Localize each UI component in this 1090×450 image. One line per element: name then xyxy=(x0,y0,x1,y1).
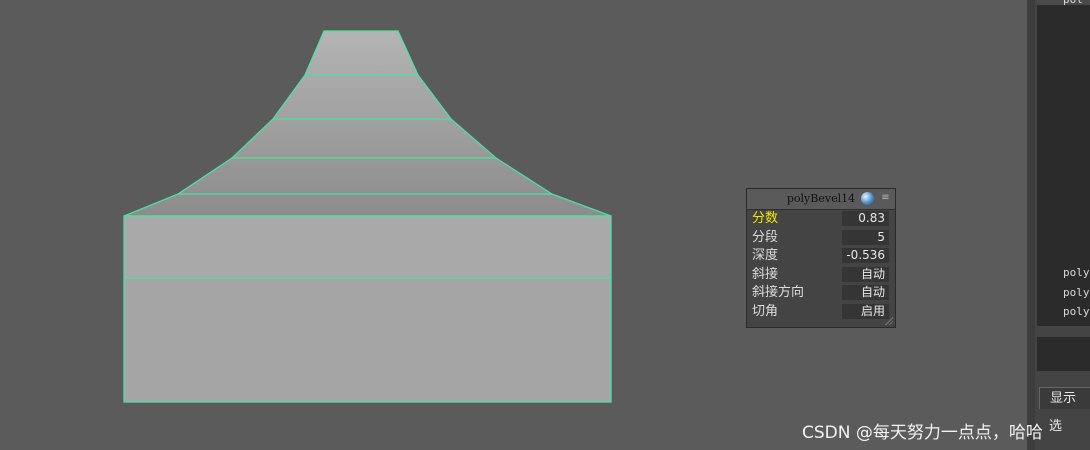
attr-row-chamfer[interactable]: 切角 启用 xyxy=(747,303,895,322)
inview-title[interactable]: polyBevel14 ≡ xyxy=(747,189,895,210)
tab-display[interactable]: 显示 xyxy=(1039,387,1090,409)
resize-grip-icon[interactable] xyxy=(885,317,893,325)
attr-value-field[interactable]: 启用 xyxy=(842,303,889,319)
attr-value-field[interactable]: 自动 xyxy=(842,285,889,300)
menu-icon[interactable]: ≡ xyxy=(881,191,890,205)
attr-row-segments[interactable]: 分段 5 xyxy=(747,229,895,248)
history-item[interactable]: poly xyxy=(1063,286,1090,299)
attr-value-field[interactable]: -0.536 xyxy=(842,248,889,263)
attr-label: 斜接方向 xyxy=(752,285,805,300)
attr-value-field[interactable]: 0.83 xyxy=(842,211,889,226)
attr-row-fraction[interactable]: 分数 0.83 xyxy=(747,210,895,229)
history-item[interactable]: poly xyxy=(1063,266,1090,279)
history-item[interactable]: poly xyxy=(1063,305,1090,318)
panel-band xyxy=(1037,337,1090,371)
watermark: CSDN @每天努力一点点，哈哈 xyxy=(802,423,1043,443)
option-label[interactable]: 选 xyxy=(1049,415,1062,434)
inview-title-text: polyBevel14 xyxy=(786,192,856,205)
attr-label: 斜接 xyxy=(752,266,779,282)
attr-row-miter-along[interactable]: 斜接方向 自动 xyxy=(747,284,895,303)
panel-divider[interactable] xyxy=(1027,0,1035,450)
top-node-text[interactable]: pol xyxy=(1063,0,1083,6)
sphere-icon[interactable] xyxy=(861,192,874,205)
attr-label: 分数 xyxy=(752,211,779,226)
attr-label: 分段 xyxy=(752,229,779,245)
side-panel: pol poly poly poly 显示 选 xyxy=(1027,0,1090,450)
attr-label: 深度 xyxy=(752,248,779,263)
attr-row-mitering[interactable]: 斜接 自动 xyxy=(747,266,895,285)
mesh-top-face xyxy=(124,31,611,216)
inview-editor-polybevel[interactable]: polyBevel14 ≡ 分数 0.83 分段 5 深度 -0.536 斜接 … xyxy=(746,188,896,328)
attr-row-depth[interactable]: 深度 -0.536 xyxy=(747,247,895,266)
attr-value-field[interactable]: 5 xyxy=(842,229,889,245)
attr-value-field[interactable]: 自动 xyxy=(842,266,889,282)
attr-label: 切角 xyxy=(752,303,779,319)
